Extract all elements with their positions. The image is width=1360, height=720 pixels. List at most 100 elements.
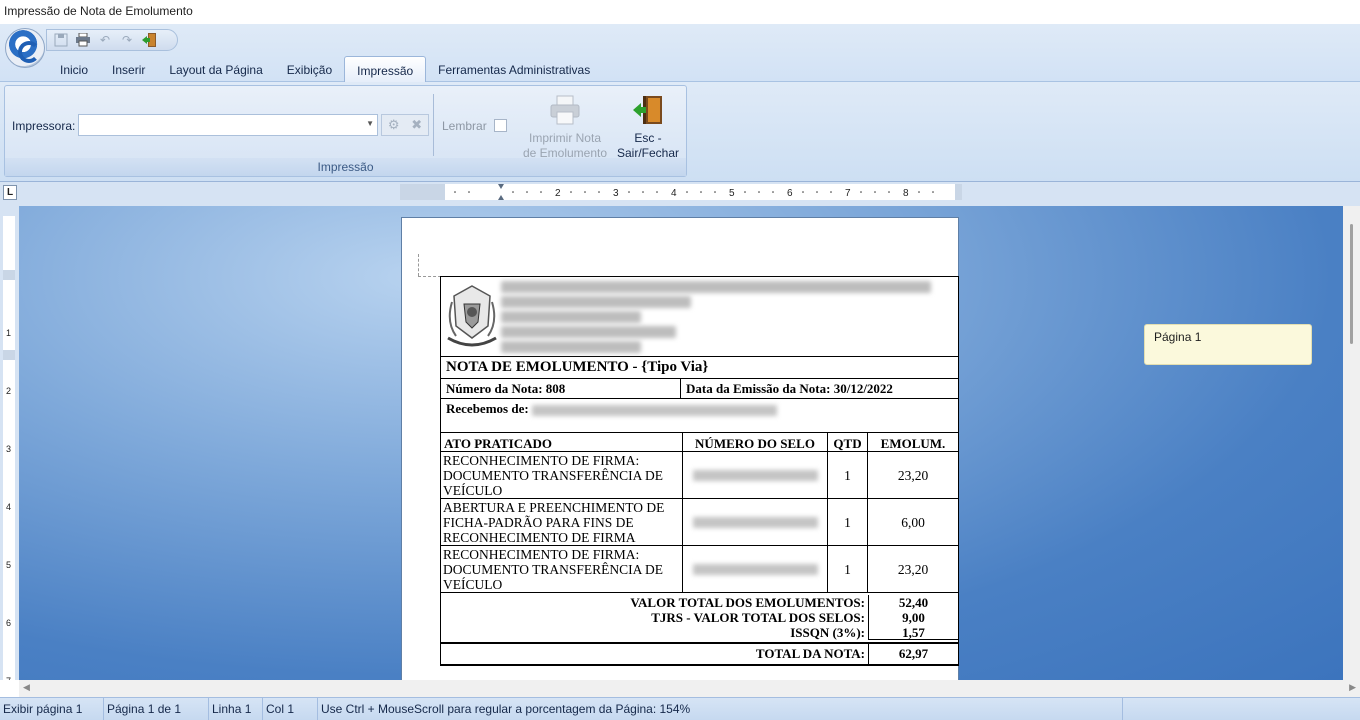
horizontal-scrollbar[interactable]: ◀ ▶ [19, 680, 1360, 697]
ruler-row: L 2 3 4 5 6 7 8 [0, 182, 1360, 206]
note-title: NOTA DE EMOLUMENTO - {Tipo Via} [441, 357, 958, 379]
vruler-mark: 2 [6, 386, 11, 396]
items-table-header: ATO PRATICADO NÚMERO DO SELO QTD EMOLUM. [441, 433, 958, 452]
ruler-mark: 6 [787, 188, 793, 199]
item-fee: 6,00 [901, 514, 925, 530]
issuer-info-redacted [501, 281, 941, 356]
item-seal [683, 546, 828, 592]
status-line: Linha 1 [209, 698, 263, 720]
exit-door-icon [632, 94, 664, 126]
item-qty: 1 [828, 546, 868, 592]
ribbon-tabs: Inicio Inserir Layout da Página Exibição… [48, 56, 602, 82]
customer-name-redacted [531, 404, 777, 416]
issue-date: Data da Emissão da Nota: 30/12/2022 [686, 381, 893, 396]
chevron-down-icon[interactable]: ▼ [366, 119, 374, 128]
item-act: RECONHECIMENTO DE FIRMA: DOCUMENTO TRANS… [441, 546, 683, 592]
quick-access-toolbar: ↶ ↷ [46, 29, 178, 51]
note-number: Número da Nota: 808 [441, 379, 681, 398]
item-seal [683, 499, 828, 545]
print-note-line1: Imprimir Nota [528, 131, 601, 145]
scroll-left-icon[interactable]: ◀ [23, 682, 30, 693]
grand-total-value: 62,97 [868, 643, 958, 664]
remember-checkbox[interactable] [494, 119, 507, 132]
col-qty: QTD [828, 433, 868, 451]
item-fee: 23,20 [897, 561, 929, 577]
exit-line1: Esc - [634, 131, 662, 145]
col-seal: NÚMERO DO SELO [683, 433, 828, 451]
printer-select[interactable]: ▼ [78, 114, 378, 136]
horizontal-ruler[interactable]: 2 3 4 5 6 7 8 [400, 184, 962, 200]
item-qty: 1 [828, 452, 868, 498]
print-note-button[interactable]: Imprimir Nota de Emolumento [511, 94, 619, 161]
save-icon[interactable] [53, 32, 69, 48]
received-from-label: Recebemos de: [446, 401, 529, 416]
vruler-mark: 4 [6, 502, 11, 512]
item-act: RECONHECIMENTO DE FIRMA: DOCUMENTO TRANS… [441, 452, 683, 498]
redo-icon[interactable]: ↷ [119, 32, 135, 48]
total-line: TJRS - VALOR TOTAL DOS SELOS: 9,00 [441, 610, 958, 625]
document-workspace[interactable]: NOTA DE EMOLUMENTO - {Tipo Via} Número d… [19, 206, 1343, 680]
status-col: Col 1 [263, 698, 318, 720]
item-seal [683, 452, 828, 498]
printer-settings-icon[interactable]: ⚙ [388, 117, 400, 133]
grand-total: TOTAL DA NOTA: 62,97 [441, 643, 958, 665]
print-group: Impressora: ▼ ⚙ ✖ Lembrar Imprimir Nota … [4, 85, 687, 177]
ruler-mark: 7 [845, 188, 851, 199]
copy-type: {Tipo Via} [641, 359, 709, 375]
item-fee: 23,20 [897, 467, 929, 483]
item-qty: 1 [828, 499, 868, 545]
vruler-mark: 1 [6, 328, 11, 338]
ruler-mark: 5 [729, 188, 735, 199]
tab-inserir[interactable]: Inserir [100, 56, 157, 82]
vruler-mark: 6 [6, 618, 11, 628]
col-act: ATO PRATICADO [441, 433, 683, 451]
scroll-right-icon[interactable]: ▶ [1349, 682, 1356, 693]
app-menu-button[interactable] [5, 28, 45, 68]
undo-icon[interactable]: ↶ [97, 32, 113, 48]
table-row: RECONHECIMENTO DE FIRMA: DOCUMENTO TRANS… [441, 452, 958, 499]
ribbon-header: ↶ ↷ Inicio Inserir Layout da Página Exib… [0, 24, 1360, 82]
window-title: Impressão de Nota de Emolumento [0, 0, 1360, 24]
vruler-mark: 7 [6, 676, 11, 680]
status-bar: Exibir página 1 Página 1 de 1 Linha 1 Co… [0, 697, 1360, 720]
totals-block: VALOR TOTAL DOS EMOLUMENTOS: 52,40 TJRS … [441, 593, 958, 643]
printer-label: Impressora: [12, 119, 76, 133]
status-hint: Use Ctrl + MouseScroll para regular a po… [318, 698, 1123, 720]
ruler-ticks: 2 3 4 5 6 7 8 [454, 184, 934, 200]
document-page[interactable]: NOTA DE EMOLUMENTO - {Tipo Via} Número d… [401, 217, 959, 680]
tab-inicio[interactable]: Inicio [48, 56, 100, 82]
tab-exibicao[interactable]: Exibição [275, 56, 344, 82]
ruler-mark: 4 [671, 188, 677, 199]
vruler-mark: 5 [6, 560, 11, 570]
printer-icon [549, 94, 581, 126]
exit-icon[interactable] [141, 32, 157, 48]
table-row: RECONHECIMENTO DE FIRMA: DOCUMENTO TRANS… [441, 546, 958, 593]
note-header [441, 277, 958, 357]
tab-impressao[interactable]: Impressão [344, 56, 427, 82]
status-page: Página 1 de 1 [104, 698, 209, 720]
total-line: ISSQN (3%): 1,57 [441, 625, 958, 640]
received-from-row: Recebemos de: [441, 399, 958, 433]
group-caption: Impressão [5, 158, 686, 176]
ruler-mark: 2 [555, 188, 561, 199]
tab-stop-selector[interactable]: L [3, 185, 17, 200]
emolument-note: NOTA DE EMOLUMENTO - {Tipo Via} Número d… [440, 276, 959, 666]
ribbon-panel: Impressora: ▼ ⚙ ✖ Lembrar Imprimir Nota … [0, 82, 1360, 182]
vertical-scrollbar[interactable] [1343, 206, 1360, 680]
scrollbar-thumb[interactable] [1350, 224, 1353, 344]
tab-ferramentas-administrativas[interactable]: Ferramentas Administrativas [426, 56, 602, 82]
remember-label: Lembrar [442, 119, 487, 133]
separator [433, 94, 434, 156]
vruler-mark: 3 [6, 444, 11, 454]
exit-close-button[interactable]: Esc - Sair/Fechar [615, 94, 681, 161]
status-view: Exibir página 1 [0, 698, 104, 720]
tab-layout-da-pagina[interactable]: Layout da Página [157, 56, 274, 82]
printer-tools: ⚙ ✖ [381, 114, 429, 136]
clear-icon[interactable]: ✖ [411, 117, 422, 133]
vertical-ruler-ticks: 1 2 3 4 5 6 7 [3, 270, 15, 686]
col-fee: EMOLUM. [880, 436, 946, 451]
ruler-mark: 3 [613, 188, 619, 199]
vertical-ruler[interactable]: 1 2 3 4 5 6 7 [0, 206, 19, 686]
print-icon[interactable] [75, 32, 91, 48]
note-info-row: Número da Nota: 808 Data da Emissão da N… [441, 379, 958, 399]
